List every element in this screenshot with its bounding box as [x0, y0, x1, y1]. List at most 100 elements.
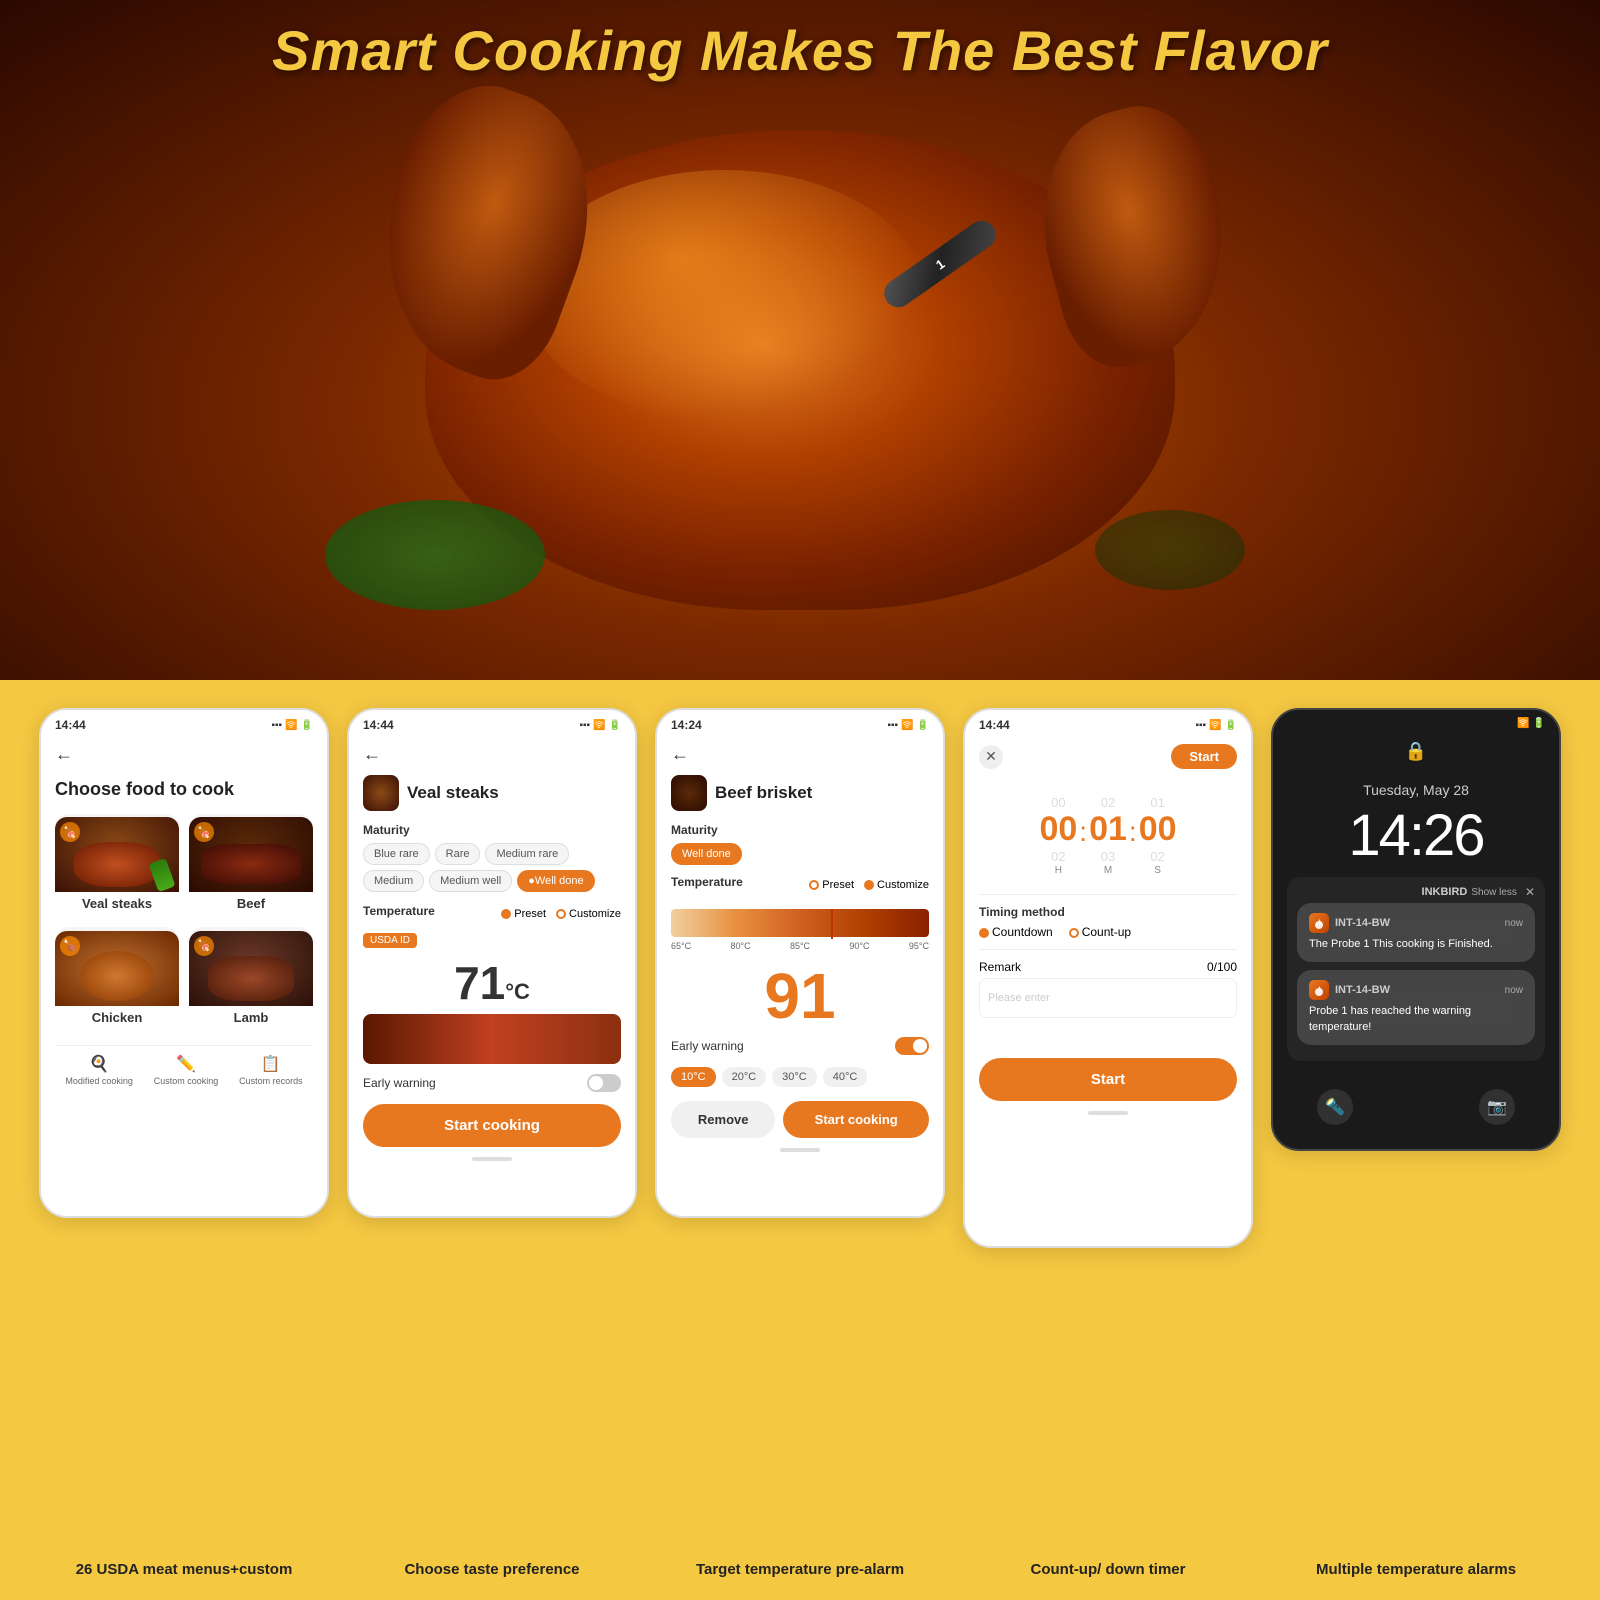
countdown-radio[interactable]: Countdown [979, 925, 1053, 939]
phone3-status-icons: ▪▪▪ 🛜 🔋 [887, 720, 929, 731]
temp-bar: 65°C 80°C 85°C 90°C 95°C [671, 909, 929, 951]
signal-icon: ▪▪▪ [271, 720, 282, 731]
notif1-app: INT-14-BW [1309, 913, 1390, 933]
dark-time-display: Tuesday, May 28 14:26 [1287, 782, 1545, 869]
timing-method-section: Timing method Countdown Count-up [979, 905, 1237, 939]
maturity-medium[interactable]: Medium [363, 870, 424, 892]
maturity-label: Maturity [363, 823, 621, 837]
show-less-label[interactable]: Show less [1471, 887, 1517, 898]
dark-clock: 14:26 [1287, 802, 1545, 869]
notification-group: INKBIRD Show less ✕ [1287, 877, 1545, 1061]
food-item-beef[interactable]: 🍖 Beef [189, 814, 313, 917]
choose-food-title: Choose food to cook [55, 779, 313, 800]
minutes-above: 02 [1101, 795, 1115, 810]
phone4: 14:44 ▪▪▪ 🛜 🔋 ✕ Start 00 [963, 708, 1253, 1248]
maturity-rare[interactable]: Rare [435, 843, 481, 865]
nav-custom-cooking[interactable]: ✏️ Custom cooking [154, 1054, 219, 1086]
start-cooking-btn3[interactable]: Start cooking [783, 1101, 929, 1138]
camera-icon[interactable]: 📷 [1479, 1089, 1515, 1125]
seconds-main[interactable]: 00 [1139, 810, 1177, 849]
food-item-lamb[interactable]: 🍖 Lamb [189, 927, 313, 1030]
modified-cooking-icon: 🍳 [89, 1054, 109, 1074]
inkbird-flame-icon2 [1313, 984, 1325, 996]
lock-icon: 🔒 [1287, 741, 1545, 762]
timing-method-options: Countdown Count-up [979, 925, 1237, 939]
seconds-col: 01 00 02 S [1139, 795, 1177, 876]
notif-card-2[interactable]: INT-14-BW now Probe 1 has reached the wa… [1297, 970, 1535, 1045]
close-notif-icon[interactable]: ✕ [1525, 885, 1535, 899]
phone4-status-bar: 14:44 ▪▪▪ 🛜 🔋 [965, 710, 1251, 736]
maturity-blue-rare[interactable]: Blue rare [363, 843, 430, 865]
well-done-badge[interactable]: Well done [671, 843, 742, 865]
phone1-header: ← [55, 744, 313, 765]
hours-main[interactable]: 00 [1039, 810, 1077, 849]
preset-radio3[interactable]: Preset [809, 879, 854, 891]
maturity-medium-rare[interactable]: Medium rare [485, 843, 569, 865]
food-item-veal[interactable]: 🍖 Veal steaks [55, 814, 179, 917]
back-arrow3-icon[interactable]: ← [671, 744, 689, 765]
phone5-container: 🛜 🔋 🔒 Tuesday, May 28 14:26 [1271, 708, 1561, 1151]
flashlight-icon[interactable]: 🔦 [1317, 1089, 1353, 1125]
back-arrow-icon[interactable]: ← [55, 744, 73, 765]
start-button[interactable]: Start [1171, 744, 1237, 769]
wifi-icon4: 🛜 [1209, 720, 1221, 731]
remark-section: Remark 0/100 Please enter [979, 960, 1237, 1018]
maturity-medium-well[interactable]: Medium well [429, 870, 512, 892]
show-less-btn[interactable]: INKBIRD Show less ✕ [1297, 885, 1535, 899]
sep2: : [1129, 816, 1137, 856]
action-btn-row: Remove Start cooking [671, 1101, 929, 1138]
food-item-chicken[interactable]: 🍗 Chicken [55, 927, 179, 1030]
early-warning-toggle3[interactable] [895, 1037, 929, 1055]
minutes-main[interactable]: 01 [1089, 810, 1127, 849]
food-label-beef: Beef [189, 892, 313, 917]
nav-modified-cooking[interactable]: 🍳 Modified cooking [65, 1054, 133, 1086]
back-arrow2-icon[interactable]: ← [363, 744, 381, 765]
food-label-lamb: Lamb [189, 1006, 313, 1031]
notif1-time: now [1505, 918, 1523, 929]
remark-input[interactable]: Please enter [979, 978, 1237, 1018]
wifi-icon2: 🛜 [593, 720, 605, 731]
temp-scale-bar [671, 909, 929, 939]
temperature-display: 71°C [363, 956, 621, 1010]
notif1-header: INT-14-BW now [1309, 913, 1523, 933]
maturity-well-done[interactable]: ●Well done [517, 870, 594, 892]
phone2-status-bar: 14:44 ▪▪▪ 🛜 🔋 [349, 710, 635, 736]
beef-food-icon [671, 775, 707, 811]
phone1-container: 14:44 ▪▪▪ 🛜 🔋 ← Choose food to cook [39, 708, 329, 1218]
seconds-below: 02 [1150, 849, 1164, 864]
custom-records-icon: 📋 [261, 1054, 281, 1074]
remark-label: Remark [979, 960, 1021, 974]
close-btn[interactable]: ✕ [979, 745, 1003, 769]
signal-icon3: ▪▪▪ [887, 720, 898, 731]
preset-radio[interactable]: Preset [501, 908, 546, 920]
notif2-header: INT-14-BW now [1309, 980, 1523, 1000]
phone1-status-bar: 14:44 ▪▪▪ 🛜 🔋 [41, 710, 327, 736]
nav-custom-records[interactable]: 📋 Custom records [239, 1054, 303, 1086]
phone1-status-icons: ▪▪▪ 🛜 🔋 [271, 720, 313, 731]
wifi-icon5: 🛜 [1517, 718, 1529, 729]
notif2-app-name: INT-14-BW [1335, 984, 1390, 996]
warning-10[interactable]: 10°C [671, 1067, 716, 1087]
notif2-message: Probe 1 has reached the warning temperat… [1309, 1004, 1523, 1035]
count-up-radio[interactable]: Count-up [1069, 925, 1131, 939]
customize-radio[interactable]: Customize [556, 908, 621, 920]
start-btn4[interactable]: Start [979, 1058, 1237, 1101]
phone1-time: 14:44 [55, 718, 86, 732]
remark-count: 0/100 [1207, 960, 1237, 974]
warning-40[interactable]: 40°C [823, 1067, 868, 1087]
early-warning-row: Early warning [363, 1074, 621, 1092]
start-cooking-btn2[interactable]: Start cooking [363, 1104, 621, 1147]
warning-20[interactable]: 20°C [722, 1067, 767, 1087]
veal-food-icon [363, 775, 399, 811]
phone1: 14:44 ▪▪▪ 🛜 🔋 ← Choose food to cook [39, 708, 329, 1218]
notif-card-1[interactable]: INT-14-BW now The Probe 1 This cooking i… [1297, 903, 1535, 962]
remove-btn[interactable]: Remove [671, 1101, 775, 1138]
hero-section: 1 Smart Cooking Makes The Best Flavor [0, 0, 1600, 680]
phone2-container: 14:44 ▪▪▪ 🛜 🔋 ← Veal steaks Mat [347, 708, 637, 1218]
dark-bottom-icons: 🔦 📷 [1287, 1069, 1545, 1135]
early-warning-toggle[interactable] [587, 1074, 621, 1092]
customize-radio3[interactable]: Customize [864, 879, 929, 891]
temp-scale-labels: 65°C 80°C 85°C 90°C 95°C [671, 941, 929, 951]
phone1-nav: 🍳 Modified cooking ✏️ Custom cooking 📋 C… [55, 1045, 313, 1086]
warning-30[interactable]: 30°C [772, 1067, 817, 1087]
